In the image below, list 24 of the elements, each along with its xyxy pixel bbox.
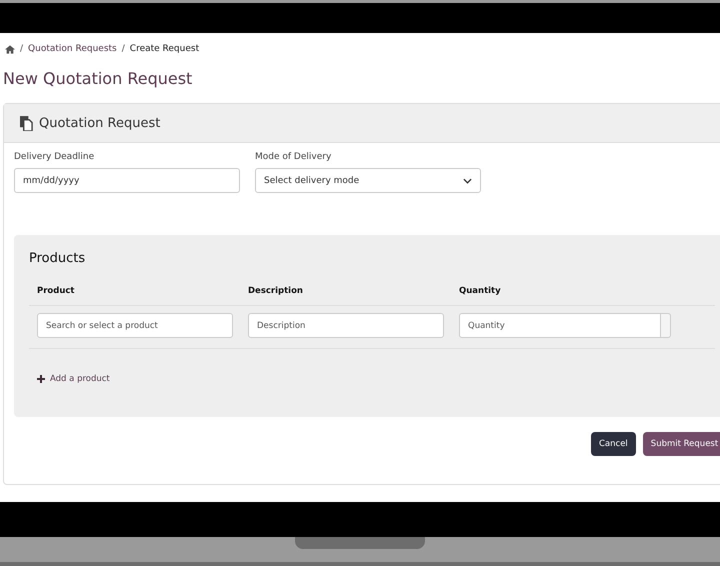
products-title: Products — [29, 251, 86, 266]
input-field[interactable]: Description — [248, 313, 444, 338]
home-icon[interactable] — [5, 44, 15, 54]
column-header: Quantity — [459, 286, 502, 296]
column-header: Description — [248, 286, 304, 296]
delivery-mode-select[interactable]: Select delivery mode — [255, 168, 481, 193]
document-icon — [20, 116, 33, 130]
submit-button[interactable]: Submit Request — [642, 432, 720, 456]
quantity-field[interactable]: Quantity — [459, 313, 661, 338]
breadcrumb-separator: / — [122, 44, 125, 54]
field-label: Mode of Delivery — [255, 152, 332, 162]
chevron-down-icon — [463, 178, 472, 184]
plus-icon — [37, 375, 45, 383]
field-label: Delivery Deadline — [14, 152, 96, 162]
column-header: Product — [37, 286, 76, 296]
breadcrumb-link[interactable]: Quotation Requests — [28, 44, 117, 54]
add-product-link[interactable]: Add a product — [37, 374, 110, 384]
cancel-button[interactable]: Cancel — [591, 432, 636, 456]
card-title: Quotation Request — [39, 116, 160, 130]
input-field[interactable]: Search or select a product — [37, 313, 233, 338]
breadcrumb-separator: / — [20, 44, 24, 54]
page-title: New Quotation Request — [3, 69, 194, 88]
date-field[interactable]: mm/dd/yyyy — [14, 168, 240, 193]
breadcrumb-current: Create Request — [130, 44, 200, 54]
